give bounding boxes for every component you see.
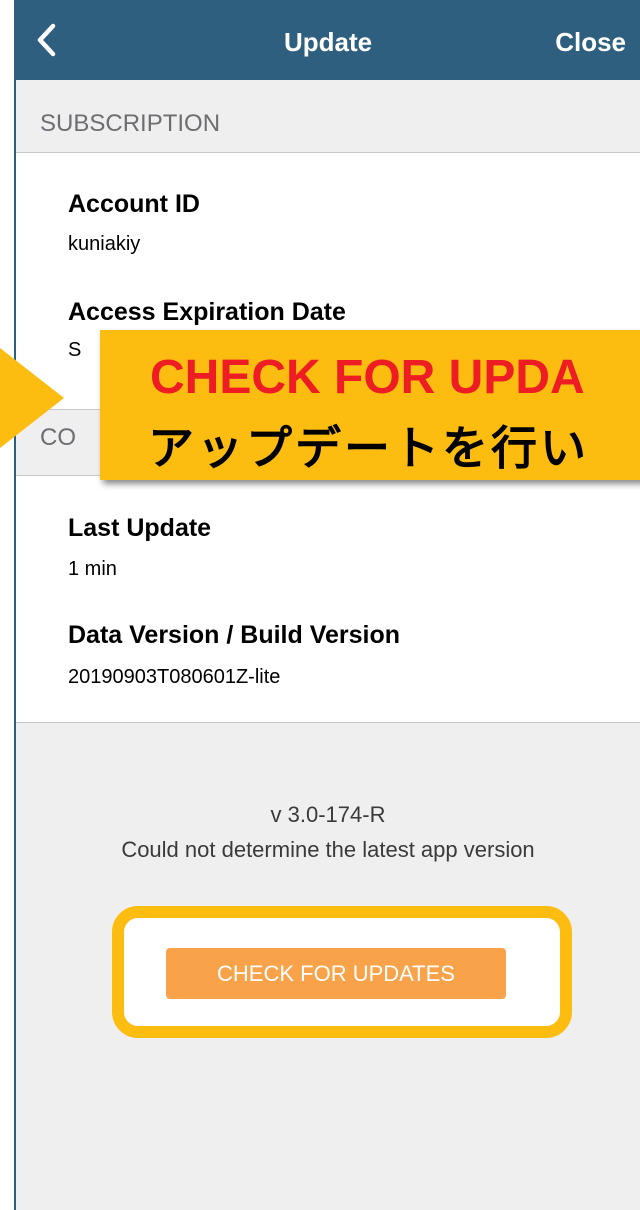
check-for-updates-button[interactable]: CHECK FOR UPDATES <box>166 948 506 999</box>
close-button[interactable]: Close <box>555 0 626 80</box>
callout-subtitle: アップデートを行い <box>148 422 589 474</box>
last-update-label: Last Update <box>68 514 212 542</box>
version-status-message: Could not determine the latest app versi… <box>121 837 535 862</box>
account-id-label: Account ID <box>68 190 200 218</box>
subscription-section-header: SUBSCRIPTION <box>40 110 221 137</box>
account-id-value: kuniakiy <box>68 233 141 255</box>
contents-card: Last Update 1 min Data Version / Build V… <box>16 475 640 723</box>
expiration-date-label: Access Expiration Date <box>68 298 346 326</box>
nav-title: Update <box>283 27 373 57</box>
last-update-value: 1 min <box>68 558 117 580</box>
expiration-date-value: S <box>68 339 82 361</box>
navigation-bar: Update Close <box>16 0 640 80</box>
app-screen: Update Close SUBSCRIPTION Account ID kun… <box>14 0 640 1210</box>
annotation-callout: CHECK FOR UPDA アップデートを行い <box>100 330 640 480</box>
app-version-text: v 3.0-174-R <box>270 802 386 827</box>
callout-arrow-icon <box>0 348 64 448</box>
callout-title: CHECK FOR UPDA <box>150 351 585 404</box>
data-version-value: 20190903T080601Z-lite <box>68 666 281 688</box>
data-version-label: Data Version / Build Version <box>68 621 401 649</box>
